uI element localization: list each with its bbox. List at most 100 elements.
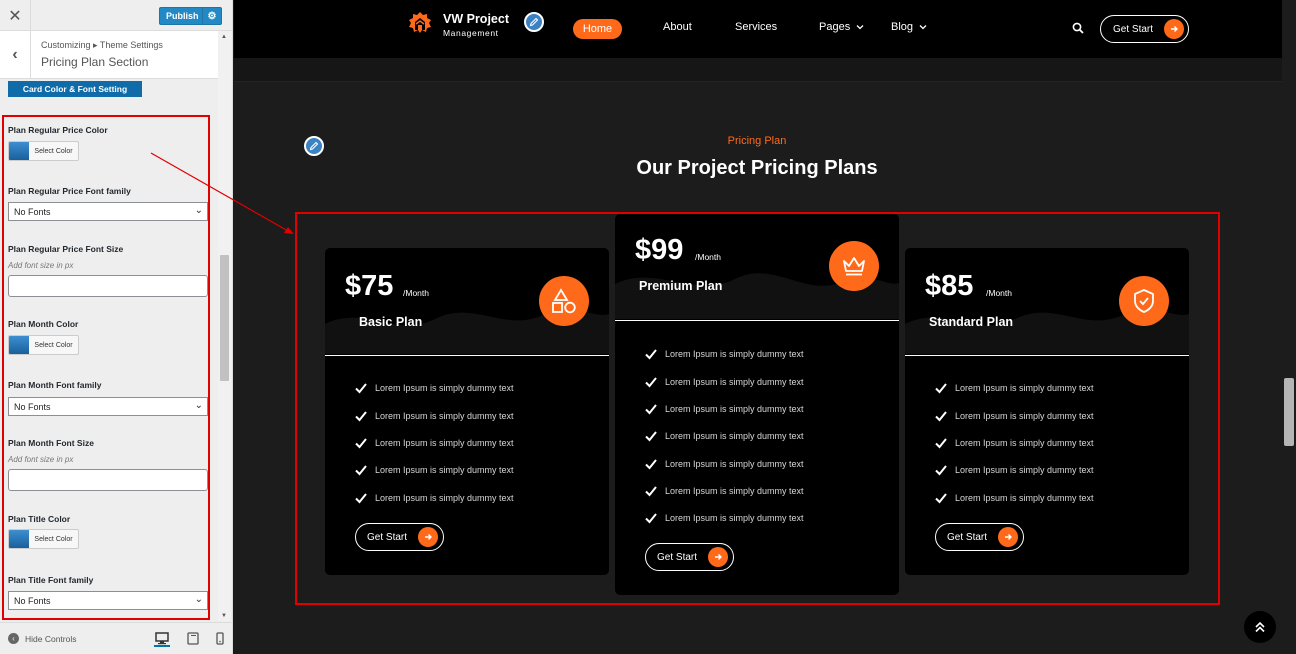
checkmark-icon (355, 411, 367, 422)
feature-item: Lorem Ipsum is simply dummy text (935, 492, 1094, 504)
customizer-sidebar: ✕ Publish ⚙ ‹ Customizing ▸ Theme Settin… (0, 0, 233, 654)
tab-card-color-font-setting[interactable]: Card Color & Font Setting (8, 81, 142, 97)
feature-text: Lorem Ipsum is simply dummy text (375, 465, 514, 475)
back-to-top-button[interactable] (1244, 611, 1276, 643)
cta-label: Get Start (657, 551, 698, 563)
scrollbar-thumb[interactable] (1284, 378, 1294, 446)
regular-price-font-family-label: Plan Regular Price Font family (8, 186, 131, 196)
feature-item: Lorem Ipsum is simply dummy text (355, 492, 514, 504)
back-button[interactable]: ‹ (0, 31, 31, 79)
nav-item-services[interactable]: Services (735, 21, 777, 33)
customizer-footer: ‹ Hide Controls (0, 622, 232, 654)
nav-item-pages[interactable]: Pages (819, 21, 864, 33)
scroll-up-icon[interactable]: ▲ (221, 34, 227, 40)
feature-text: Lorem Ipsum is simply dummy text (955, 383, 1094, 393)
chevron-left-icon: ‹ (12, 46, 18, 63)
gear-icon[interactable]: ⚙ (202, 8, 221, 24)
feature-item: Lorem Ipsum is simply dummy text (645, 348, 804, 360)
get-start-button[interactable]: Get Start (645, 543, 734, 571)
scroll-down-icon[interactable]: ▼ (221, 613, 227, 619)
checkmark-icon (355, 493, 367, 504)
checkmark-icon (645, 349, 657, 360)
feature-text: Lorem Ipsum is simply dummy text (665, 486, 804, 496)
title-color-label: Plan Title Color (8, 514, 71, 524)
month-font-family-select[interactable]: No Fonts ⌄ (8, 397, 208, 416)
card-divider (325, 355, 609, 356)
feature-text: Lorem Ipsum is simply dummy text (375, 383, 514, 393)
font-size-description: Add font size in px (8, 261, 74, 270)
nav-item-label: Blog (891, 21, 914, 33)
checkmark-icon (935, 383, 947, 394)
logo-title[interactable]: VW Project (443, 12, 509, 26)
chevron-down-icon (856, 25, 864, 30)
hide-controls-button[interactable]: ‹ Hide Controls (8, 633, 77, 644)
chevron-down-icon: ⌄ (194, 205, 203, 216)
checkmark-icon (935, 411, 947, 422)
feature-item: Lorem Ipsum is simply dummy text (935, 410, 1094, 422)
scrollbar-thumb[interactable] (220, 255, 229, 381)
chevron-down-icon: ⌄ (194, 594, 203, 605)
nav-item-home[interactable]: Home (573, 19, 622, 39)
chevron-down-icon (919, 25, 927, 30)
tablet-preview-icon[interactable] (185, 631, 201, 647)
crown-icon (829, 241, 879, 291)
title-font-family-select[interactable]: No Fonts ⌄ (8, 591, 208, 610)
feature-text: Lorem Ipsum is simply dummy text (955, 438, 1094, 448)
regular-price-color-picker[interactable]: Select Color (8, 141, 79, 161)
feature-text: Lorem Ipsum is simply dummy text (375, 411, 514, 421)
publish-button[interactable]: Publish ⚙ (159, 7, 222, 25)
section-kicker: Pricing Plan (727, 135, 787, 147)
hide-controls-label: Hide Controls (25, 633, 77, 644)
edit-logo-pencil-icon[interactable] (524, 12, 544, 32)
header-get-start-button[interactable]: Get Start (1100, 15, 1189, 43)
chevron-down-icon: ⌄ (194, 400, 203, 411)
feature-text: Lorem Ipsum is simply dummy text (665, 404, 804, 414)
nav-item-blog[interactable]: Blog (891, 21, 927, 33)
nav-item-about[interactable]: About (663, 21, 692, 33)
arrow-right-icon (1164, 19, 1184, 39)
month-font-size-input[interactable] (8, 469, 208, 491)
month-color-picker[interactable]: Select Color (8, 335, 79, 355)
publish-label: Publish (166, 11, 199, 21)
feature-item: Lorem Ipsum is simply dummy text (645, 458, 804, 470)
title-color-picker[interactable]: Select Color (8, 529, 79, 549)
checkmark-icon (935, 438, 947, 449)
checkmark-icon (935, 493, 947, 504)
preview-scrollbar[interactable] (1282, 0, 1296, 654)
feature-text: Lorem Ipsum is simply dummy text (375, 493, 514, 503)
get-start-button[interactable]: Get Start (935, 523, 1024, 551)
regular-price-font-size-label: Plan Regular Price Font Size (8, 244, 124, 254)
regular-price-font-family-select[interactable]: No Fonts ⌄ (8, 202, 208, 221)
color-swatch (9, 142, 29, 160)
select-value: No Fonts (14, 401, 51, 412)
pricing-card-premium: $99 /Month Premium Plan Lorem Ipsum is s… (615, 214, 899, 595)
month-font-size-label: Plan Month Font Size (8, 438, 94, 448)
mobile-preview-icon[interactable] (212, 631, 228, 647)
feature-item: Lorem Ipsum is simply dummy text (645, 512, 804, 524)
arrow-right-icon (998, 527, 1018, 547)
month-font-family-label: Plan Month Font family (8, 380, 102, 390)
select-color-label: Select Color (34, 147, 73, 155)
feature-text: Lorem Ipsum is simply dummy text (665, 513, 804, 523)
feature-item: Lorem Ipsum is simply dummy text (935, 437, 1094, 449)
get-start-button[interactable]: Get Start (355, 523, 444, 551)
header-strip (234, 58, 1296, 82)
desktop-preview-icon[interactable] (154, 631, 170, 647)
close-customizer-button[interactable]: ✕ (0, 0, 31, 31)
feature-item: Lorem Ipsum is simply dummy text (645, 485, 804, 497)
section-heading: Our Project Pricing Plans (636, 157, 878, 179)
plan-price: $75 (345, 270, 394, 302)
feature-item: Lorem Ipsum is simply dummy text (355, 382, 514, 394)
double-chevron-up-icon (1255, 621, 1265, 633)
feature-item: Lorem Ipsum is simply dummy text (645, 430, 804, 442)
sidebar-scrollbar[interactable]: ▲ ▼ (218, 31, 231, 621)
section-title: Pricing Plan Section (41, 55, 149, 69)
feature-text: Lorem Ipsum is simply dummy text (955, 465, 1094, 475)
search-icon[interactable] (1072, 22, 1084, 34)
cta-label: Get Start (1113, 23, 1154, 35)
feature-text: Lorem Ipsum is simply dummy text (665, 377, 804, 387)
checkmark-icon (935, 465, 947, 476)
regular-price-font-size-input[interactable] (8, 275, 208, 297)
feature-text: Lorem Ipsum is simply dummy text (955, 411, 1094, 421)
plan-price: $85 (925, 270, 974, 302)
